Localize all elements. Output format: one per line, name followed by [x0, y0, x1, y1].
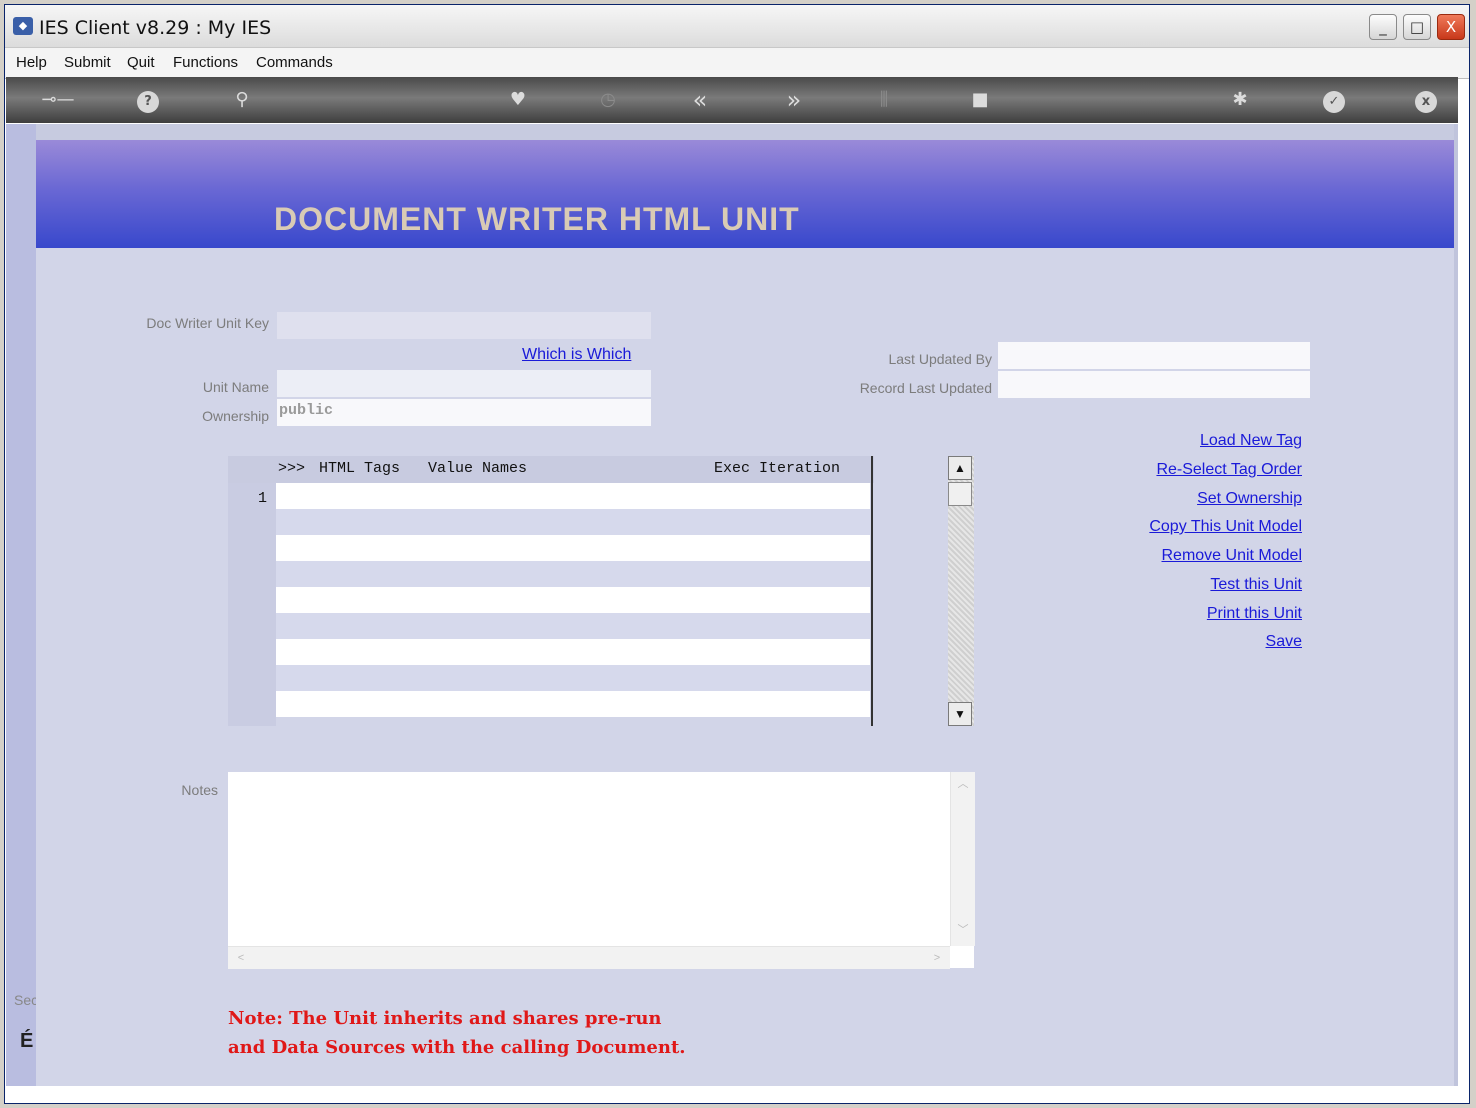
grid-header: >>> HTML Tags Value Names Exec Iteration	[228, 456, 874, 483]
scroll-up-icon[interactable]: ▲	[948, 456, 972, 480]
notes-scroll-left-icon[interactable]: <	[232, 950, 250, 966]
footer-note-line1: Note: The Unit inherits and shares pre-r…	[228, 1008, 662, 1029]
table-row[interactable]	[276, 639, 870, 665]
doc-writer-unit-key-label: Doc Writer Unit Key	[146, 315, 269, 331]
help-icon[interactable]: ?	[134, 87, 162, 113]
print-unit-link[interactable]: Print this Unit	[1036, 605, 1302, 623]
page-banner: DOCUMENT WRITER HTML UNIT	[36, 140, 1454, 248]
ownership-label: Ownership	[202, 408, 269, 424]
table-row[interactable]	[276, 587, 870, 613]
unit-name-field[interactable]	[277, 370, 651, 397]
table-row[interactable]	[276, 483, 870, 509]
notes-horizontal-scrollbar[interactable]: < >	[228, 946, 950, 969]
menu-commands[interactable]: Commands	[256, 54, 333, 71]
recycle-icon[interactable]: ✱	[1226, 87, 1254, 113]
notes-label: Notes	[181, 782, 218, 798]
record-last-updated-label: Record Last Updated	[859, 380, 992, 396]
html-tags-grid: >>> HTML Tags Value Names Exec Iteration…	[228, 456, 874, 726]
table-row[interactable]	[276, 509, 870, 535]
copy-unit-model-link[interactable]: Copy This Unit Model	[1036, 518, 1302, 536]
ies-app-icon: ◆	[13, 17, 33, 35]
grid-column-value-names[interactable]: Value Names	[428, 460, 527, 477]
grid-header-prefix: >>>	[278, 460, 306, 477]
set-ownership-link[interactable]: Set Ownership	[1036, 490, 1302, 508]
window-title: IES Client v8.29 : My IES	[39, 17, 272, 39]
rewind-icon[interactable]: «	[686, 87, 714, 113]
which-is-which-link[interactable]: Which is Which	[522, 346, 631, 364]
close-window-button[interactable]: X	[1437, 14, 1465, 40]
menu-bar: Help Submit Quit Functions Commands	[5, 48, 1469, 79]
sidebar-glyph: É	[20, 1030, 34, 1052]
table-row[interactable]	[276, 535, 870, 561]
unit-name-label: Unit Name	[202, 379, 269, 395]
notes-vertical-scrollbar[interactable]: ︿ ﹀	[950, 772, 975, 946]
reselect-tag-order-link[interactable]: Re-Select Tag Order	[1036, 461, 1302, 479]
menu-functions[interactable]: Functions	[173, 54, 238, 71]
scroll-thumb[interactable]	[948, 482, 972, 506]
main-canvas: Sec É DOCUMENT WRITER HTML UNIT Doc Writ…	[6, 124, 1458, 1086]
ownership-value: public	[279, 402, 334, 419]
forward-icon[interactable]: »	[780, 87, 808, 113]
table-row[interactable]	[276, 691, 870, 717]
footer-note-line2: and Data Sources with the calling Docume…	[228, 1037, 686, 1058]
record-last-updated-field[interactable]	[998, 371, 1310, 398]
minimize-button[interactable]: _	[1369, 14, 1397, 40]
grid-column-html-tags[interactable]: HTML Tags	[319, 460, 400, 477]
key-icon[interactable]: ⊸—	[34, 87, 82, 113]
table-row[interactable]	[276, 665, 870, 691]
menu-submit[interactable]: Submit	[64, 54, 111, 71]
sidebar-fragment-text: Sec	[14, 992, 39, 1008]
save-link[interactable]: Save	[1036, 633, 1302, 651]
menu-help[interactable]: Help	[16, 54, 47, 71]
doc-writer-unit-key-field[interactable]	[277, 312, 651, 339]
page-title: DOCUMENT WRITER HTML UNIT	[274, 201, 800, 237]
grid-row-gutter	[228, 483, 276, 726]
grid-scrollbar[interactable]: ▲ ▼	[948, 456, 974, 726]
notes-textarea[interactable]	[228, 772, 974, 968]
search-icon[interactable]: ⚲	[228, 87, 256, 113]
toolbar: ⊸— ? ⚲ ♥ ◷ « » ⫼ ■ ✱ ✓ x	[6, 77, 1458, 123]
remove-unit-model-link[interactable]: Remove Unit Model	[1036, 547, 1303, 565]
left-sidebar: Sec É	[6, 124, 39, 1086]
scroll-down-icon[interactable]: ▼	[948, 702, 972, 726]
table-row[interactable]	[276, 613, 870, 639]
stop-icon[interactable]: ■	[966, 87, 994, 113]
ownership-field[interactable]: public	[277, 399, 651, 426]
menu-quit[interactable]: Quit	[127, 54, 155, 71]
maximize-button[interactable]: □	[1403, 14, 1431, 40]
right-border	[1454, 124, 1458, 1086]
title-bar: ◆ IES Client v8.29 : My IES _ □ X	[5, 5, 1469, 48]
grid-row-number: 1	[258, 490, 268, 507]
notes-scroll-right-icon[interactable]: >	[928, 950, 946, 966]
clock-icon[interactable]: ◷	[594, 87, 622, 113]
test-unit-link[interactable]: Test this Unit	[1036, 576, 1302, 594]
load-new-tag-link[interactable]: Load New Tag	[1036, 432, 1302, 450]
notes-scroll-up-icon[interactable]: ︿	[954, 776, 972, 792]
notes-scroll-down-icon[interactable]: ﹀	[954, 922, 972, 938]
heart-icon[interactable]: ♥	[504, 87, 532, 113]
last-updated-by-label: Last Updated By	[888, 351, 992, 367]
last-updated-by-field[interactable]	[998, 342, 1310, 369]
grid-column-exec-iteration[interactable]: Exec Iteration	[714, 460, 840, 477]
grid-right-border	[871, 456, 873, 726]
table-row[interactable]	[276, 561, 870, 587]
check-icon[interactable]: ✓	[1320, 87, 1348, 113]
close-icon[interactable]: x	[1412, 87, 1440, 113]
columns-icon[interactable]: ⫼	[870, 87, 898, 113]
form-content: Doc Writer Unit Key Which is Which Unit …	[36, 248, 1454, 1086]
